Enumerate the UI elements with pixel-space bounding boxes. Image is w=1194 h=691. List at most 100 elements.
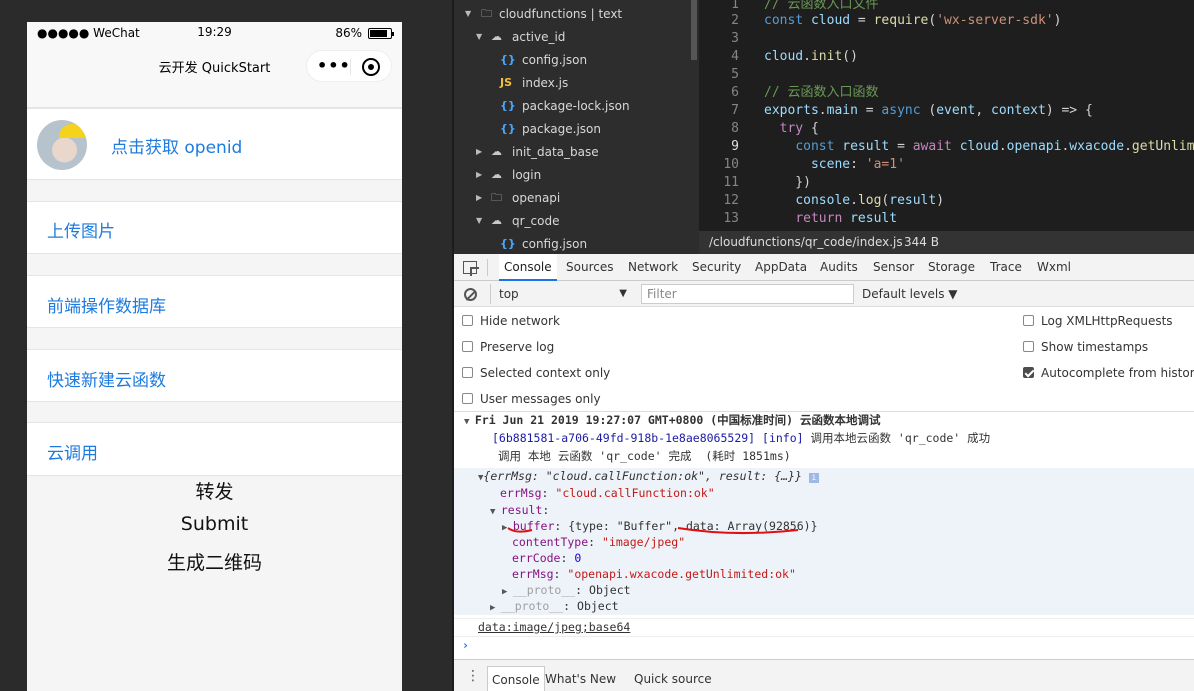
generate-qrcode-button[interactable]: 生成二维码: [27, 548, 402, 575]
context-value: top: [499, 287, 519, 301]
json-file-icon: {}: [500, 53, 516, 66]
line-number: 8: [731, 121, 739, 136]
forward-button[interactable]: 转发: [27, 477, 402, 504]
tree-item-package-json[interactable]: {} package.json: [454, 118, 699, 140]
line-number: 5: [731, 67, 739, 82]
line-number: 10: [723, 157, 739, 172]
checkbox-box[interactable]: [462, 367, 473, 378]
chevron-right-icon[interactable]: ▶: [476, 164, 482, 186]
tree-item-config-json[interactable]: {} config.json: [454, 233, 699, 254]
chevron-right-icon[interactable]: ▶: [476, 141, 482, 163]
tree-scrollbar[interactable]: [691, 0, 697, 60]
close-target-icon[interactable]: [362, 58, 380, 76]
phone-simulator: ●●●●● WeChat 19:29 86% 云开发 QuickStart ••…: [27, 22, 402, 691]
tree-item-label: index.js: [522, 76, 569, 90]
cloud-call-row[interactable]: 云调用: [27, 422, 402, 476]
checkbox-label: User messages only: [480, 392, 601, 406]
file-path: /cloudfunctions/qr_code/index.js: [709, 235, 903, 249]
tab-wxml[interactable]: Wxml: [1032, 254, 1076, 281]
checkbox-box[interactable]: [462, 341, 473, 352]
checkbox-label: Autocomplete from history: [1041, 366, 1194, 380]
drawer-tab-console[interactable]: Console: [487, 666, 545, 691]
code-line: 10 scene: 'a=1': [699, 156, 1194, 174]
console-output: ▼ Fri Jun 21 2019 19:27:07 GMT+0800 (中国标…: [454, 412, 1194, 662]
tree-item-cloudfunctions[interactable]: ▼ 🗀 cloudfunctions | text: [454, 3, 699, 25]
cloud-folder-icon: 🗀: [481, 7, 492, 20]
frontend-database-row[interactable]: 前端操作数据库: [27, 275, 402, 328]
checkbox-box[interactable]: [462, 315, 473, 326]
drawer-tab-quick-source[interactable]: Quick source: [630, 666, 716, 691]
drawer-tab-bar: ⋮ Console What's New Quick source: [454, 659, 1194, 691]
code-line: 2 const cloud = require('wx-server-sdk'): [699, 12, 1194, 30]
cloud-icon: ☁: [491, 214, 502, 227]
file-tree: ▼ 🗀 cloudfunctions | text ▼ ☁ active_id …: [454, 0, 699, 254]
inspect-element-icon[interactable]: [463, 261, 477, 274]
tree-item-label: config.json: [522, 237, 588, 251]
tab-storage[interactable]: Storage: [923, 254, 980, 281]
code-line: 12 console.log(result): [699, 192, 1194, 210]
tree-item-label: login: [512, 168, 542, 182]
tree-item-qr-code[interactable]: ▼ ☁ qr_code: [454, 210, 699, 232]
tree-item-init-data-base[interactable]: ▶ ☁ init_data_base: [454, 141, 699, 163]
tree-item-active-id[interactable]: ▼ ☁ active_id: [454, 26, 699, 48]
cloud-icon: ☁: [491, 168, 502, 181]
line-number: 2: [731, 13, 739, 28]
clear-console-icon[interactable]: [464, 288, 477, 301]
more-icon[interactable]: •••: [317, 56, 351, 75]
tree-item-openapi[interactable]: ▶ 🗀 openapi: [454, 187, 699, 209]
tree-item-package-lock-json[interactable]: {} package-lock.json: [454, 95, 699, 117]
tab-network[interactable]: Network: [623, 254, 683, 281]
chevron-down-icon[interactable]: ▼: [465, 3, 471, 25]
code-line: 6// 云函数入口函数: [699, 84, 1194, 102]
checkbox-box[interactable]: [1023, 315, 1034, 326]
line-number: 7: [731, 103, 739, 118]
new-cloud-function-row[interactable]: 快速新建云函数: [27, 349, 402, 402]
code-line: 5: [699, 66, 1194, 84]
tree-item-index-js[interactable]: JS index.js: [454, 72, 699, 94]
tab-sensor[interactable]: Sensor: [868, 254, 919, 281]
filter-input[interactable]: Filter: [641, 284, 854, 304]
battery-percent: 86%: [335, 26, 362, 40]
tree-item-config-json[interactable]: {} config.json: [454, 49, 699, 71]
tab-separator: [487, 259, 488, 276]
folder-icon: 🗀: [491, 191, 502, 204]
checkbox-label: Log XMLHttpRequests: [1041, 314, 1173, 328]
get-openid-row[interactable]: 点击获取 openid: [27, 108, 402, 180]
tab-sources[interactable]: Sources: [561, 254, 618, 281]
tab-security[interactable]: Security: [687, 254, 746, 281]
drawer-tab-whats-new[interactable]: What's New: [541, 666, 620, 691]
frontend-database-label[interactable]: 前端操作数据库: [47, 292, 166, 317]
tree-item-label: cloudfunctions | text: [499, 7, 623, 21]
chevron-down-icon[interactable]: ▼: [476, 26, 482, 48]
file-size: 344 B: [904, 235, 939, 249]
get-openid-label[interactable]: 点击获取 openid: [111, 133, 242, 158]
upload-image-label[interactable]: 上传图片: [47, 217, 115, 242]
status-bar: ●●●●● WeChat 19:29 86%: [27, 22, 402, 45]
upload-image-row[interactable]: 上传图片: [27, 201, 402, 254]
tab-audits[interactable]: Audits: [815, 254, 863, 281]
checkbox-label: Selected context only: [480, 366, 611, 380]
checkbox-box[interactable]: [462, 393, 473, 404]
checkbox-box[interactable]: [1023, 367, 1034, 378]
red-underline-annotation: [507, 527, 799, 535]
chevron-right-icon[interactable]: ▶: [476, 187, 482, 209]
more-options-icon[interactable]: ⋮: [466, 668, 480, 684]
cloud-call-label[interactable]: 云调用: [47, 439, 98, 464]
tab-trace[interactable]: Trace: [985, 254, 1027, 281]
code-editor[interactable]: 1// 云函数入口文件 2 const cloud = require('wx-s…: [699, 0, 1194, 231]
checkbox-box[interactable]: [1023, 341, 1034, 352]
new-cloud-function-label[interactable]: 快速新建云函数: [47, 366, 166, 391]
submit-button[interactable]: Submit: [27, 513, 402, 535]
chevron-down-icon[interactable]: ▼: [476, 210, 482, 232]
mini-program-nav-bar: 云开发 QuickStart •••: [27, 45, 402, 108]
line-number: 3: [731, 31, 739, 46]
tab-appdata[interactable]: AppData: [750, 254, 812, 281]
log-levels-dropdown[interactable]: Default levels ▼: [862, 284, 958, 304]
tab-console[interactable]: Console: [499, 254, 557, 281]
tree-item-label: config.json: [522, 53, 588, 67]
tree-item-label: qr_code: [512, 214, 560, 228]
tree-item-login[interactable]: ▶ ☁ login: [454, 164, 699, 186]
context-selector[interactable]: top ▼: [490, 284, 630, 304]
line-number: 6: [731, 85, 739, 100]
tree-item-label: init_data_base: [512, 145, 599, 159]
